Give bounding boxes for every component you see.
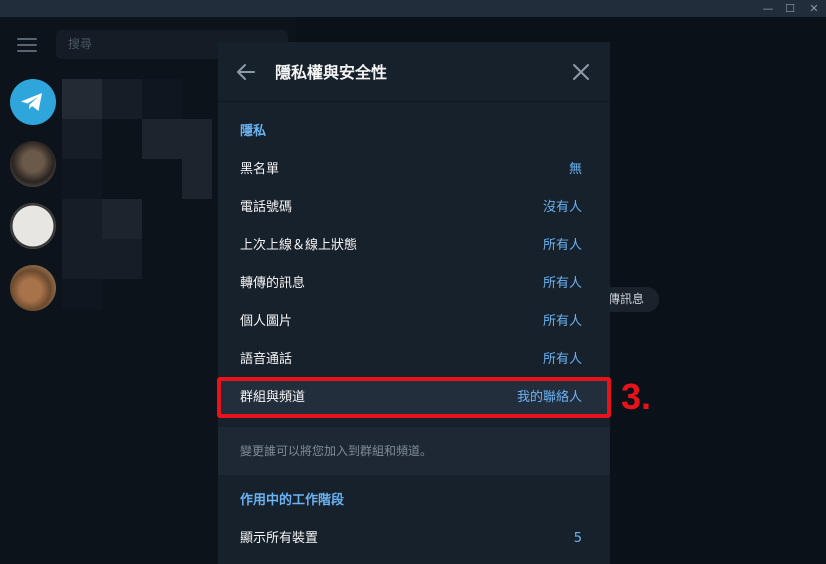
dialog-title: 隱私權與安全性 bbox=[275, 63, 388, 82]
window-titlebar: — ☐ ✕ bbox=[0, 0, 826, 17]
setting-row-phone-number[interactable]: 電話號碼 沒有人 bbox=[218, 189, 610, 227]
minimize-button[interactable]: — bbox=[757, 0, 779, 17]
privacy-security-dialog: 隱私權與安全性 隱私 黑名單 無 電話號碼 沒有人 上次上線＆線上狀態 所有人 … bbox=[218, 42, 610, 564]
groups-note-section: 變更誰可以將您加入到群組和頻道。 bbox=[218, 427, 610, 475]
setting-label: 電話號碼 bbox=[240, 200, 293, 215]
setting-row-last-seen[interactable]: 上次上線＆線上狀態 所有人 bbox=[218, 227, 610, 265]
setting-label: 個人圖片 bbox=[240, 314, 293, 329]
chat-avatar[interactable] bbox=[10, 265, 56, 311]
setting-row-voice-calls[interactable]: 語音通話 所有人 bbox=[218, 341, 610, 379]
setting-value: 無 bbox=[568, 162, 582, 177]
back-arrow-icon[interactable] bbox=[236, 62, 256, 82]
telegram-plane-icon bbox=[21, 93, 42, 111]
setting-row-blocked[interactable]: 黑名單 無 bbox=[218, 151, 610, 189]
privacy-section-title: 隱私 bbox=[240, 124, 267, 139]
setting-value: 所有人 bbox=[542, 276, 582, 291]
telegram-avatar[interactable] bbox=[10, 79, 56, 125]
setting-label: 轉傳的訊息 bbox=[240, 276, 306, 291]
setting-value: 所有人 bbox=[542, 238, 582, 253]
setting-value: 所有人 bbox=[542, 352, 582, 367]
setting-row-profile-photo[interactable]: 個人圖片 所有人 bbox=[218, 303, 610, 341]
setting-value: 沒有人 bbox=[542, 200, 582, 215]
setting-row-forwarded-messages[interactable]: 轉傳的訊息 所有人 bbox=[218, 265, 610, 303]
chat-avatar[interactable] bbox=[10, 203, 56, 249]
setting-label: 語音通話 bbox=[240, 352, 293, 367]
highlight-annotation-box bbox=[217, 377, 611, 418]
menu-icon[interactable] bbox=[17, 38, 37, 52]
step-number-annotation: 3. bbox=[621, 376, 652, 417]
chat-avatar[interactable] bbox=[10, 141, 56, 187]
maximize-button[interactable]: ☐ bbox=[779, 0, 801, 17]
close-icon[interactable] bbox=[572, 63, 590, 81]
dialog-header: 隱私權與安全性 bbox=[218, 42, 610, 102]
setting-label: 黑名單 bbox=[240, 162, 280, 177]
sessions-section-title: 作用中的工作階段 bbox=[240, 493, 345, 508]
setting-row-show-all-devices[interactable]: 顯示所有裝置 5 bbox=[218, 520, 610, 558]
setting-label: 顯示所有裝置 bbox=[240, 531, 319, 546]
setting-value: 所有人 bbox=[542, 314, 582, 329]
setting-value: 5 bbox=[573, 531, 582, 546]
groups-note: 變更誰可以將您加入到群組和頻道。 bbox=[240, 444, 433, 458]
setting-label: 上次上線＆線上狀態 bbox=[240, 238, 358, 253]
window-close-button[interactable]: ✕ bbox=[803, 0, 825, 17]
